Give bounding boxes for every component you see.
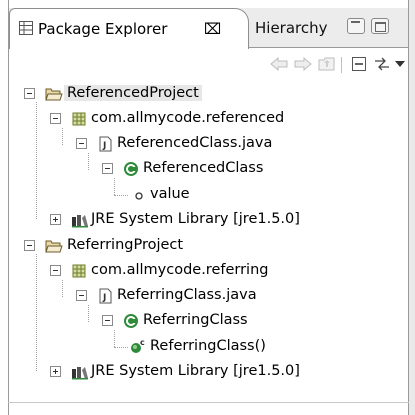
tree-item-file-referring[interactable]: J ReferringClass.java: [76, 284, 276, 308]
tree-connector: [36, 102, 37, 219]
project-folder-icon: [45, 238, 63, 254]
collapse-toggle[interactable]: [102, 163, 113, 174]
tree-item-class-referring[interactable]: ReferringClass: [102, 309, 292, 333]
collapse-toggle[interactable]: [76, 290, 87, 301]
view-tab-bar: Hierarchy Package Explorer ⌧: [9, 8, 408, 49]
field-icon: [134, 189, 144, 200]
tree-item-field-value[interactable]: value: [128, 183, 228, 207]
right-gutter: [409, 0, 415, 415]
library-icon: [71, 212, 88, 228]
tree-item-label: ReferencedClass.java: [117, 135, 273, 151]
view-menu-icon[interactable]: [393, 53, 407, 75]
maximize-button[interactable]: [371, 18, 389, 34]
tree-item-package-referenced[interactable]: com.allmycode.referenced: [50, 107, 290, 131]
close-icon[interactable]: ⌧: [204, 20, 221, 38]
tree-item-label: ReferencedProject: [64, 85, 202, 101]
tree-item-label: ReferringClass(): [150, 338, 266, 354]
view-toolbar: [9, 49, 408, 81]
tree-item-class-referenced[interactable]: ReferencedClass: [102, 157, 292, 181]
class-icon: [123, 161, 139, 177]
svg-text:J: J: [102, 293, 106, 303]
package-explorer-view: Hierarchy Package Explorer ⌧ ReferencedP…: [0, 0, 415, 415]
tree-item-referenced-project[interactable]: ReferencedProject: [24, 82, 230, 106]
tree-item-label: com.allmycode.referring: [91, 262, 269, 278]
tab-hierarchy-label: Hierarchy: [255, 19, 328, 37]
svg-text:J: J: [102, 141, 106, 151]
tree-connector: [36, 254, 37, 371]
collapse-toggle[interactable]: [24, 240, 35, 251]
tree-item-label: ReferringClass: [143, 312, 248, 328]
link-with-editor-icon[interactable]: [371, 53, 393, 75]
collapse-toggle[interactable]: [50, 265, 61, 276]
package-icon: [71, 111, 87, 127]
tree-item-label: JRE System Library [jre1.5.0]: [91, 363, 300, 379]
project-folder-icon: [45, 86, 63, 102]
tree-item-label: ReferencedClass: [143, 160, 264, 176]
collapse-toggle[interactable]: [50, 113, 61, 124]
package-icon: [71, 263, 87, 279]
collapse-toggle[interactable]: [24, 88, 35, 99]
tree-item-referring-project[interactable]: ReferringProject: [24, 234, 230, 258]
tree-item-label: ReferringProject: [67, 237, 184, 253]
view-bottom-border: [8, 402, 409, 403]
tree-item-label: JRE System Library [jre1.5.0]: [91, 211, 300, 227]
tree-item-file-referenced[interactable]: J ReferencedClass.java: [76, 132, 276, 156]
collapse-all-icon[interactable]: [348, 53, 370, 75]
package-explorer-icon: [19, 21, 33, 35]
tree-item-label: ReferringClass.java: [117, 287, 257, 303]
tree-item-jre-library-2[interactable]: JRE System Library [jre1.5.0]: [50, 360, 350, 384]
toolbar-separator: [341, 57, 342, 73]
svg-text:c: c: [140, 338, 145, 347]
java-file-icon: J: [97, 288, 113, 304]
tab-hierarchy[interactable]: Hierarchy: [237, 8, 339, 48]
tree-connector: [114, 195, 128, 196]
tree-item-constructor[interactable]: c ReferringClass(): [128, 335, 328, 359]
tree-connector: [114, 347, 128, 348]
forward-icon[interactable]: [292, 53, 314, 75]
tab-package-explorer[interactable]: Package Explorer ⌧: [9, 8, 249, 49]
tree-item-label: value: [150, 186, 190, 202]
up-icon[interactable]: [316, 53, 338, 75]
library-icon: [71, 364, 88, 380]
minimize-button[interactable]: [347, 18, 365, 34]
expand-toggle[interactable]: [50, 366, 61, 377]
collapse-toggle[interactable]: [102, 315, 113, 326]
tree-item-package-referring[interactable]: com.allmycode.referring: [50, 259, 290, 283]
tree-item-jre-library-1[interactable]: JRE System Library [jre1.5.0]: [50, 208, 350, 232]
java-file-icon: J: [97, 136, 113, 152]
constructor-icon: c: [130, 338, 146, 354]
tab-package-explorer-label: Package Explorer: [38, 20, 168, 38]
tree-item-label: com.allmycode.referenced: [91, 110, 285, 126]
back-icon[interactable]: [268, 53, 290, 75]
collapse-toggle[interactable]: [76, 138, 87, 149]
expand-toggle[interactable]: [50, 214, 61, 225]
class-icon: [123, 313, 139, 329]
